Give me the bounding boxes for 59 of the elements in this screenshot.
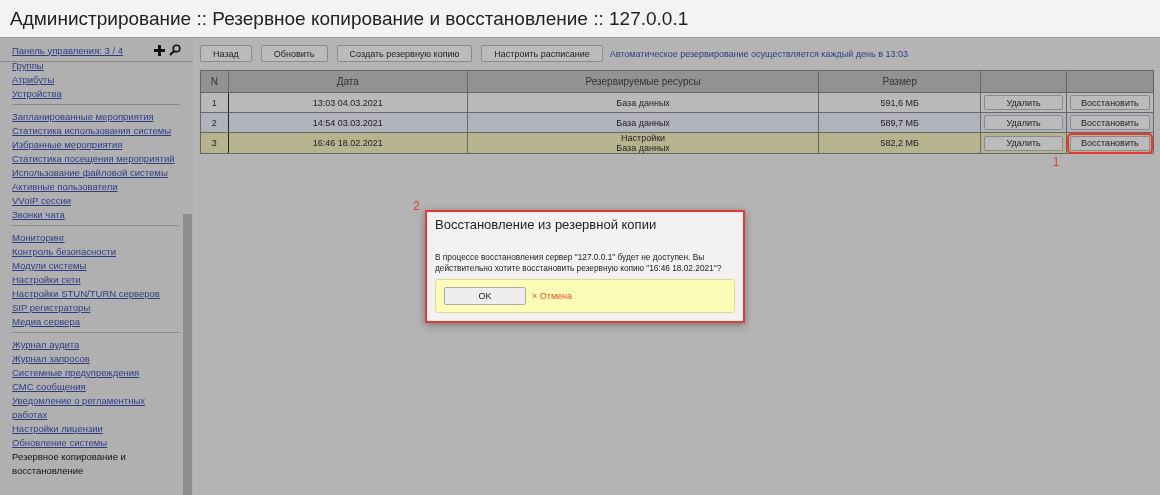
column-header: Резервируемые ресурсы [467,70,819,93]
search-icon[interactable] [169,44,181,56]
sidebar-item[interactable]: СМС сообщения [12,380,179,394]
sidebar-item[interactable]: Уведомление о регламентных работах [12,394,179,422]
column-header: Размер [818,70,981,93]
sidebar-item[interactable]: Резервное копирование и восстановление [12,450,179,478]
sidebar-item[interactable]: Журнал аудита [12,338,179,352]
ok-button[interactable]: OK [444,287,526,305]
sidebar-item[interactable]: SIP регистраторы [12,301,179,315]
table-cell: Настройки База данных [616,133,670,153]
column-header: Дата [228,70,468,93]
table-cell: 16:46 18.02.2021 [228,132,468,154]
sidebar-item[interactable]: Настройки STUN/TURN серверов [12,287,179,301]
sidebar-item[interactable]: Обновление системы [12,436,179,450]
sidebar-item[interactable]: Статистика использования системы [12,124,179,138]
restore-button[interactable]: Восстановить [1069,135,1150,151]
toolbar-button[interactable]: Назад [200,45,252,62]
toolbar-button[interactable]: Настроить расписание [481,45,603,62]
toolbar-button[interactable]: Обновить [260,45,328,62]
toolbar-button[interactable]: Создать резервную копию [336,45,473,62]
sidebar-item[interactable]: Журнал запросов [12,352,179,366]
table-cell: 3 [200,132,229,154]
callout-number: 2 [413,199,420,213]
sidebar-item[interactable]: Статистика посещения мероприятий [12,152,179,166]
delete-button[interactable]: Удалить [984,115,1063,130]
sidebar-item[interactable]: Настройки сети [12,273,179,287]
sidebar-item[interactable]: Активные пользователи [12,180,179,194]
callout-number: 1 [1052,155,1060,169]
sidebar-item[interactable]: Настройки лицензии [12,422,179,436]
page-title: Администрирование :: Резервное копирование и восстановление :: 127.0.0.1 [10,8,690,30]
delete-button[interactable]: Удалить [984,95,1063,110]
delete-button[interactable]: Удалить [984,135,1063,151]
table-cell: База данных [616,117,670,128]
plus-icon[interactable] [154,44,165,56]
table-cell: 2 [200,112,229,133]
dialog-message: В процессе восстановления сервер "127.0.0.1" будет не доступен. Вы действительно хотите восстановить резервную копию "16:46 18.02.2021"? [435,252,723,273]
cancel-link[interactable]: × Отмена [532,291,573,301]
sidebar-item[interactable]: Использование файловой системы [12,166,179,180]
table-cell: База данных [616,97,670,108]
scrollbar[interactable] [183,214,192,495]
sidebar-item[interactable]: Медиа сервера [12,315,179,329]
sidebar-item[interactable]: Группы [12,59,179,73]
sidebar-item[interactable]: VVoIP сессии [12,194,179,208]
sidebar-item[interactable]: Устройства [12,87,179,101]
sidebar-item[interactable]: Контроль безопасности [12,245,179,259]
dashboard-link[interactable]: Панель управления: 3 / 4 [12,44,124,56]
restore-button[interactable]: Восстановить [1069,95,1150,110]
sidebar-item[interactable]: Системные предупреждения [12,366,179,380]
column-header: N [200,70,229,93]
restore-button[interactable]: Восстановить [1069,115,1150,130]
sidebar-item[interactable]: Атрибуты [12,73,179,87]
sidebar-item[interactable]: Избранные мероприятия [12,138,179,152]
dialog-title: Восстановление из резервной копии [435,217,658,232]
sidebar-item[interactable]: Мониторинг [12,231,179,245]
table-cell: 1 [200,92,229,113]
sidebar-item[interactable]: Модули системы [12,259,179,273]
sidebar-item[interactable]: Звонки чата [12,208,179,222]
sidebar-item[interactable]: Запланированные мероприятия [12,110,179,124]
auto-backup-note: Автоматическое резервирование осуществляется каждый день в 13:03 [609,48,908,59]
